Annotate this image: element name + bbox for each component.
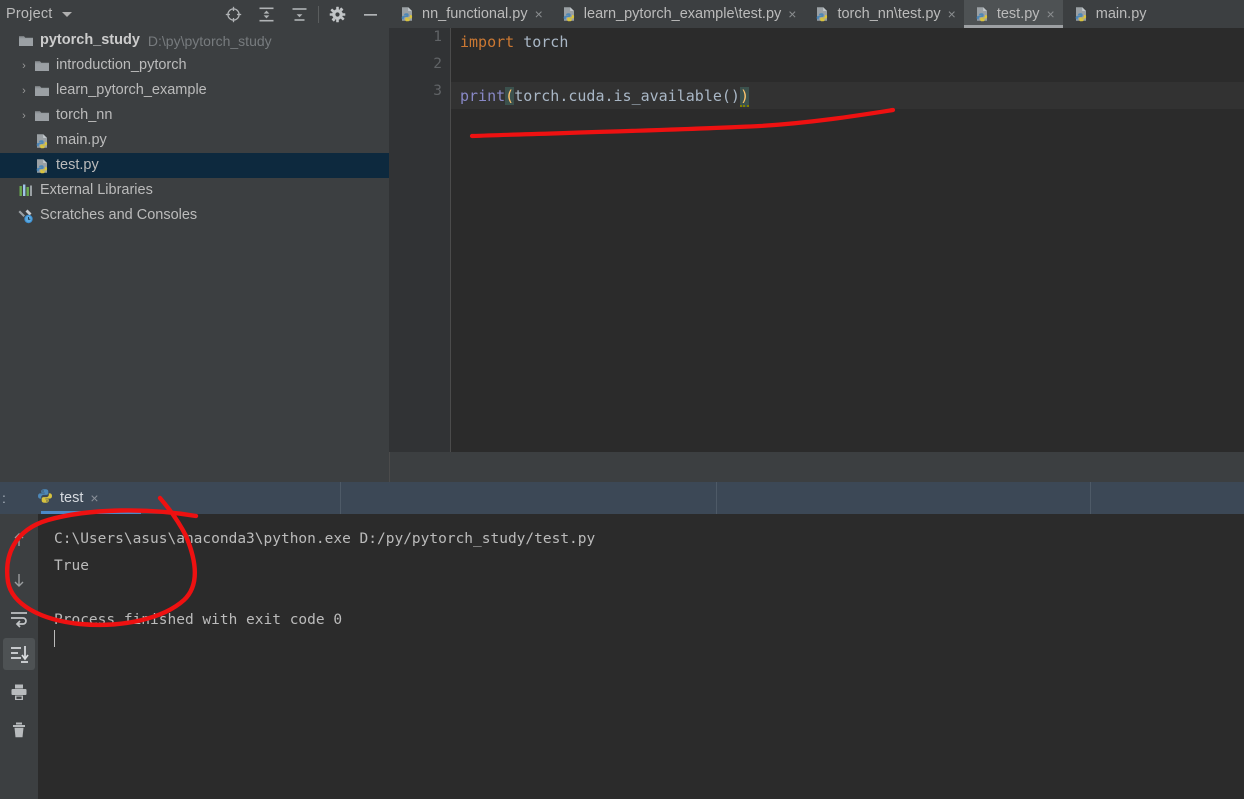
- tree-item-label: introduction_pytorch: [56, 57, 187, 73]
- tree-spacer: ›: [16, 128, 32, 153]
- project-tree[interactable]: › pytorch_study D:\py\pytorch_study › introd…: [0, 28, 389, 479]
- minimize-icon[interactable]: [354, 0, 387, 28]
- tree-item-external librarie-[interactable]: › External Libraries: [0, 178, 389, 203]
- console-tab-close-icon[interactable]: ×: [90, 490, 98, 506]
- mid-strip-left: [0, 452, 389, 482]
- tree-item-learn_pytorch_example[interactable]: › learn_pytorch_example: [0, 78, 389, 103]
- chevron-down-icon[interactable]: [61, 11, 72, 17]
- python-file-icon: [32, 128, 52, 153]
- editor-tab-nn_functional-py[interactable]: nn_functional.py ×: [389, 0, 551, 28]
- tree-item-te-t-py[interactable]: › test.py: [0, 153, 389, 178]
- chevron-right-icon[interactable]: ›: [16, 78, 32, 103]
- collapse-all-icon[interactable]: [283, 0, 316, 28]
- console-tab-bar: [0, 482, 1244, 514]
- project-panel-toolbar: [217, 0, 387, 28]
- code-line-1: import torch: [460, 29, 568, 56]
- editor-tab-learn_pytorch_example-te-t-py[interactable]: learn_pytorch_example\test.py ×: [551, 0, 805, 28]
- chevron-right-icon[interactable]: ›: [16, 53, 32, 78]
- folder-icon: [32, 103, 52, 128]
- close-paren-highlight: ): [739, 87, 749, 107]
- console-output-text[interactable]: C:\Users\asus\anaconda3\python.exe D:/py…: [38, 514, 1244, 799]
- open-paren-highlight: (: [505, 87, 515, 105]
- project-panel-title: Project: [6, 6, 53, 22]
- console-tab-label: test: [60, 490, 84, 506]
- tree-spacer: ›: [0, 178, 16, 203]
- console-toolbar: [0, 514, 38, 799]
- expression-body: torch.cuda.is_available(): [514, 87, 740, 105]
- tree-spacer: ›: [0, 28, 16, 53]
- code-editor[interactable]: 1 2 3 import torch print(torch.cuda.is_a…: [389, 28, 1244, 452]
- tree-item-label: External Libraries: [40, 182, 153, 198]
- project-tool-window: Project pytorch_study D:\py\pytorch_stud…: [0, 0, 389, 479]
- editor-tab-close-icon[interactable]: ×: [788, 7, 796, 21]
- editor-tab-torch_nn-te-t-py[interactable]: torch_nn\test.py ×: [804, 0, 963, 28]
- editor-tab-strip[interactable]: nn_functional.py × learn_pytorch_example\t…: [389, 0, 1244, 28]
- mid-strip-divider: [389, 452, 390, 482]
- mid-status-strip: [0, 452, 1244, 482]
- editor-tab-label: test.py: [996, 6, 1040, 22]
- tree-spacer: ›: [0, 203, 16, 228]
- up-arrow-icon[interactable]: [3, 524, 35, 556]
- tree-item-label: main.py: [56, 132, 107, 148]
- pycharm-window: Project pytorch_study D:\py\pytorch_stud…: [0, 0, 1244, 799]
- code-lines[interactable]: import torch print(torch.cuda.is_availab…: [389, 28, 1244, 452]
- console-caret: [54, 630, 55, 647]
- editor-tab-label: torch_nn\test.py: [837, 6, 941, 22]
- tree-item-label: torch_nn: [56, 107, 113, 123]
- folder-icon: [32, 53, 52, 78]
- editor-tab-te-t-py[interactable]: test.py ×: [963, 0, 1063, 28]
- editor-tab-close-icon[interactable]: ×: [948, 7, 956, 21]
- down-arrow-icon[interactable]: [3, 564, 35, 596]
- tree-item-label: learn_pytorch_example: [56, 82, 207, 98]
- editor-tab-close-icon[interactable]: ×: [535, 7, 543, 21]
- scratches-icon: [16, 203, 36, 228]
- console-tabbar-divider: [1090, 482, 1091, 514]
- mid-strip-right: [389, 452, 1244, 482]
- toolbar-divider: [318, 5, 319, 23]
- tree-item-pytorch_-tudy[interactable]: › pytorch_study D:\py\pytorch_study: [0, 28, 389, 53]
- folder-icon: [16, 28, 36, 53]
- keyword-import: import: [460, 33, 515, 51]
- python-file-icon: [974, 6, 990, 22]
- editor-tab-main-py[interactable]: main.py: [1063, 0, 1155, 28]
- python-icon: [37, 488, 53, 508]
- gear-icon[interactable]: [321, 0, 354, 28]
- tree-item-path: D:\py\pytorch_study: [147, 32, 272, 49]
- function-print: print: [460, 87, 506, 105]
- python-file-icon: [814, 6, 830, 22]
- scroll-to-end-icon[interactable]: [3, 638, 35, 670]
- python-file-icon: [1073, 6, 1089, 22]
- editor-tab-label: nn_functional.py: [422, 6, 528, 22]
- console-prefix-label: :: [2, 490, 6, 506]
- soft-wrap-icon[interactable]: [3, 602, 35, 634]
- editor-tab-close-icon[interactable]: ×: [1047, 7, 1055, 21]
- tree-item-introduction_pytorch[interactable]: › introduction_pytorch: [0, 53, 389, 78]
- trash-icon[interactable]: [3, 714, 35, 746]
- console-tabbar-divider: [340, 482, 341, 514]
- chevron-right-icon[interactable]: ›: [16, 103, 32, 128]
- python-file-icon: [561, 6, 577, 22]
- folder-icon: [32, 78, 52, 103]
- libraries-icon: [16, 178, 36, 203]
- tree-item-label: Scratches and Consoles: [40, 207, 198, 223]
- console-tab-test[interactable]: test ×: [29, 482, 141, 514]
- tree-item-main-py[interactable]: › main.py: [0, 128, 389, 153]
- python-file-icon: [399, 6, 415, 22]
- project-panel-header: Project: [0, 0, 389, 28]
- module-name-torch: torch: [514, 33, 569, 51]
- locate-icon[interactable]: [217, 0, 250, 28]
- code-line-3: print(torch.cuda.is_available()): [460, 83, 749, 110]
- tree-item-label: pytorch_study: [40, 32, 140, 48]
- expand-all-icon[interactable]: [250, 0, 283, 28]
- console-tabbar-divider: [716, 482, 717, 514]
- editor-tab-label: main.py: [1095, 6, 1147, 22]
- tree-item-scratche- and con-ole-[interactable]: › Scratches and Consoles: [0, 203, 389, 228]
- editor-tab-label: learn_pytorch_example\test.py: [583, 6, 782, 22]
- python-file-icon: [32, 153, 52, 178]
- tree-item-label: test.py: [56, 157, 99, 173]
- print-icon[interactable]: [3, 676, 35, 708]
- tree-spacer: ›: [16, 153, 32, 178]
- tree-item-torch_nn[interactable]: › torch_nn: [0, 103, 389, 128]
- editor-area: nn_functional.py × learn_pytorch_example\t…: [389, 0, 1244, 452]
